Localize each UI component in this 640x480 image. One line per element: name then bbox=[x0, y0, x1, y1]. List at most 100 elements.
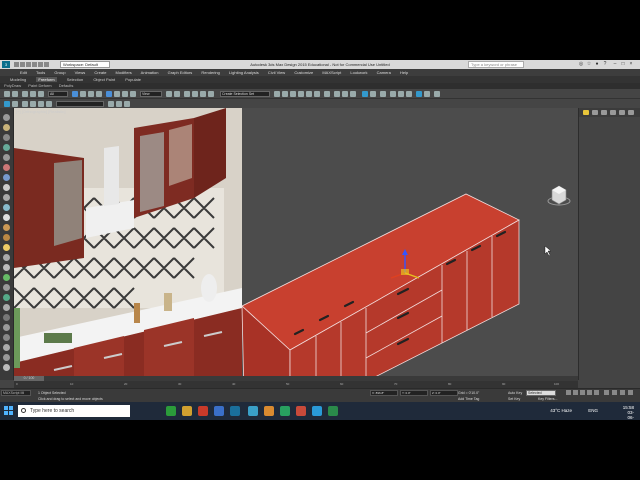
text-icon[interactable] bbox=[3, 344, 10, 351]
unlink-icon[interactable] bbox=[30, 91, 36, 97]
space-warps-icon[interactable] bbox=[3, 234, 10, 241]
containers-icon[interactable] bbox=[380, 91, 386, 97]
cameras-icon[interactable] bbox=[3, 214, 10, 221]
autocad-icon[interactable] bbox=[230, 406, 240, 416]
lights-icon[interactable] bbox=[3, 204, 10, 211]
tab-object-paint[interactable]: Object Paint bbox=[93, 77, 115, 82]
named-selection-sets-dropdown[interactable]: Create Selection Set bbox=[220, 91, 270, 97]
cone-icon[interactable] bbox=[3, 304, 10, 311]
taskbar-search-input[interactable]: Type here to search bbox=[18, 405, 130, 417]
create-icon[interactable] bbox=[3, 124, 10, 131]
undo-icon[interactable] bbox=[4, 91, 10, 97]
edge-icon[interactable] bbox=[280, 406, 290, 416]
menu-group[interactable]: Group bbox=[54, 70, 65, 75]
tube-icon[interactable] bbox=[3, 324, 10, 331]
file-explorer-icon[interactable] bbox=[182, 406, 192, 416]
perspective-viewport[interactable]: [+] [Orthographic] [Realistic] bbox=[14, 108, 578, 380]
select-object-icon[interactable] bbox=[72, 91, 78, 97]
populate-icon[interactable] bbox=[398, 91, 404, 97]
vertex-paint-icon[interactable] bbox=[434, 91, 440, 97]
curve-editor-icon[interactable] bbox=[306, 91, 312, 97]
user-icon[interactable]: ● bbox=[594, 61, 600, 67]
angle-snap-icon[interactable] bbox=[192, 91, 198, 97]
photos-icon[interactable] bbox=[312, 406, 322, 416]
open-file-icon[interactable] bbox=[20, 62, 25, 67]
menu-tools[interactable]: Tools bbox=[36, 70, 45, 75]
render-in-cloud-icon[interactable] bbox=[362, 91, 368, 97]
redo-icon[interactable] bbox=[38, 62, 43, 67]
menu-lighting-analysis[interactable]: Lighting Analysis bbox=[229, 70, 259, 75]
red-kitchen-cabinet-model[interactable] bbox=[241, 193, 520, 380]
maxscript-mini-listener[interactable]: MAXScript Mi bbox=[1, 390, 31, 396]
menu-modifiers[interactable]: Modifiers bbox=[116, 70, 132, 75]
brush-presets-icon[interactable] bbox=[424, 91, 430, 97]
create-tab-icon[interactable] bbox=[583, 110, 589, 115]
select-in-layer-icon[interactable] bbox=[38, 101, 44, 107]
select-and-scale-icon[interactable] bbox=[122, 91, 128, 97]
binoculars-icon[interactable]: ◎ bbox=[578, 61, 584, 67]
select-and-rotate-icon[interactable] bbox=[114, 91, 120, 97]
tab-modeling[interactable]: Modeling bbox=[10, 77, 26, 82]
render-setup-icon[interactable] bbox=[334, 91, 340, 97]
mirror-icon[interactable] bbox=[274, 91, 280, 97]
menu-graph-editors[interactable]: Graph Editors bbox=[168, 70, 193, 75]
acrobat-icon[interactable] bbox=[198, 406, 208, 416]
minimize-icon[interactable]: – bbox=[612, 61, 618, 67]
menu-lookwork[interactable]: Lookwork bbox=[350, 70, 367, 75]
box-icon[interactable] bbox=[3, 264, 10, 271]
snipping-tool-icon[interactable] bbox=[264, 406, 274, 416]
geosphere-icon[interactable] bbox=[3, 334, 10, 341]
undo-icon[interactable] bbox=[32, 62, 37, 67]
add-to-layer-icon[interactable] bbox=[30, 101, 36, 107]
plane-icon[interactable] bbox=[3, 274, 10, 281]
menu-maxscript[interactable]: MAXScript bbox=[322, 70, 341, 75]
star-icon[interactable]: ☆ bbox=[586, 61, 592, 67]
layers-icon[interactable] bbox=[12, 101, 18, 107]
material-editor-icon[interactable] bbox=[324, 91, 330, 97]
spinner-snap-icon[interactable] bbox=[208, 91, 214, 97]
x-coordinate-field[interactable]: X: 896.8" bbox=[370, 390, 398, 396]
track-bar[interactable]: 0 10 20 30 40 50 60 70 80 90 100 bbox=[14, 381, 578, 388]
line-icon[interactable] bbox=[3, 354, 10, 361]
app-icon[interactable] bbox=[248, 406, 258, 416]
menu-civil-view[interactable]: Civil View bbox=[268, 70, 285, 75]
pyramid-icon[interactable] bbox=[3, 314, 10, 321]
motion-icon[interactable] bbox=[3, 154, 10, 161]
link-icon[interactable] bbox=[22, 91, 28, 97]
window-crossing-icon[interactable] bbox=[96, 91, 102, 97]
3ds-max-icon[interactable]: 3 bbox=[2, 61, 10, 68]
motion-tab-icon[interactable] bbox=[610, 110, 616, 115]
go-to-start-icon[interactable] bbox=[566, 390, 571, 395]
clock[interactable]: 15:58 03-06-2022 bbox=[623, 405, 634, 420]
viewport-label[interactable]: [+] [Orthographic] [Realistic] bbox=[16, 109, 65, 114]
layer-manager-icon[interactable] bbox=[46, 101, 52, 107]
pan-icon[interactable] bbox=[620, 390, 625, 395]
maxscript-listener-icon[interactable] bbox=[406, 91, 412, 97]
weather-widget[interactable]: 43°C Haze bbox=[550, 408, 572, 413]
select-by-name-icon[interactable] bbox=[80, 91, 86, 97]
modify-tab-icon[interactable] bbox=[592, 110, 598, 115]
freeze-icon[interactable] bbox=[116, 101, 122, 107]
word-icon[interactable] bbox=[214, 406, 224, 416]
save-icon[interactable] bbox=[26, 62, 31, 67]
project-folder-icon[interactable] bbox=[44, 62, 49, 67]
workspace-dropdown[interactable]: Workspace: Default bbox=[60, 61, 110, 68]
windows-start-icon[interactable] bbox=[4, 406, 14, 416]
viewport-layouts-icon[interactable] bbox=[416, 91, 422, 97]
utilities-icon[interactable] bbox=[3, 174, 10, 181]
tab-populate[interactable]: Populate bbox=[125, 77, 141, 82]
systems-icon[interactable] bbox=[3, 244, 10, 251]
scene-explorer-icon[interactable] bbox=[390, 91, 396, 97]
language-indicator[interactable]: ENG bbox=[588, 408, 598, 413]
hide-icon[interactable] bbox=[108, 101, 114, 107]
menu-edit[interactable]: Edit bbox=[20, 70, 27, 75]
helpers-icon[interactable] bbox=[3, 224, 10, 231]
bind-space-warp-icon[interactable] bbox=[38, 91, 44, 97]
chrome-icon[interactable] bbox=[166, 406, 176, 416]
powerpoint-icon[interactable] bbox=[296, 406, 306, 416]
previous-frame-icon[interactable] bbox=[573, 390, 578, 395]
render-production-icon[interactable] bbox=[350, 91, 356, 97]
layer-explorer-icon[interactable] bbox=[290, 91, 296, 97]
help-search-input[interactable]: Type a keyword or phrase bbox=[468, 61, 524, 68]
percent-snap-icon[interactable] bbox=[200, 91, 206, 97]
